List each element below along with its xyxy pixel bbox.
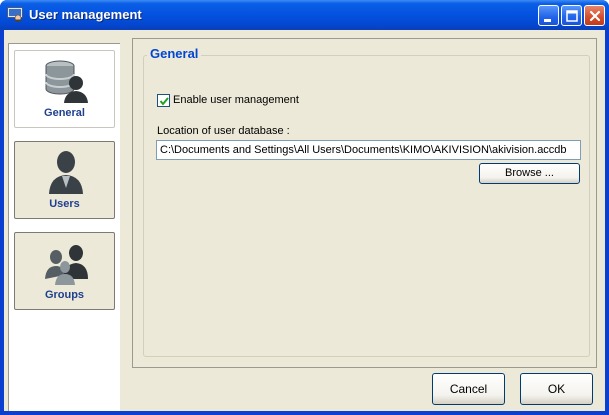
minimize-icon	[544, 19, 551, 22]
user-management-window: User management General Users Groups Gen…	[0, 0, 609, 415]
window-title: User management	[29, 7, 142, 22]
checkmark-icon	[159, 97, 169, 106]
category-sidebar: General Users Groups	[8, 43, 120, 411]
browse-button[interactable]: Browse ...	[479, 163, 580, 184]
title-bar[interactable]: User management	[0, 0, 609, 30]
enable-user-management-label[interactable]: Enable user management	[173, 94, 299, 106]
db-location-field[interactable]: C:\Documents and Settings\All Users\Docu…	[156, 140, 581, 160]
sidebar-item-label: Users	[49, 198, 80, 210]
group-title: General	[147, 46, 202, 61]
maximize-icon	[566, 10, 578, 22]
sidebar-item-general[interactable]: General	[14, 50, 115, 128]
ok-button[interactable]: OK	[520, 373, 593, 405]
cancel-button[interactable]: Cancel	[432, 373, 505, 405]
sidebar-item-label: Groups	[44, 289, 85, 301]
dialog-client-area: General Users Groups General Enable user…	[4, 30, 605, 411]
sidebar-item-label: General	[44, 107, 85, 119]
app-icon	[7, 7, 23, 22]
window-frame-bottom	[0, 411, 609, 415]
settings-panel: General Enable user management Location …	[132, 38, 597, 368]
sidebar-item-groups[interactable]: Groups	[14, 232, 115, 310]
db-location-label: Location of user database :	[157, 125, 290, 137]
close-button[interactable]	[584, 5, 605, 26]
enable-user-management-checkbox[interactable]	[157, 94, 170, 107]
minimize-button[interactable]	[538, 5, 559, 26]
close-icon	[589, 10, 601, 22]
maximize-button[interactable]	[561, 5, 582, 26]
sidebar-item-users[interactable]: Users	[14, 141, 115, 219]
database-user-icon	[45, 60, 88, 103]
group-icon	[45, 245, 88, 285]
user-icon	[49, 151, 83, 194]
